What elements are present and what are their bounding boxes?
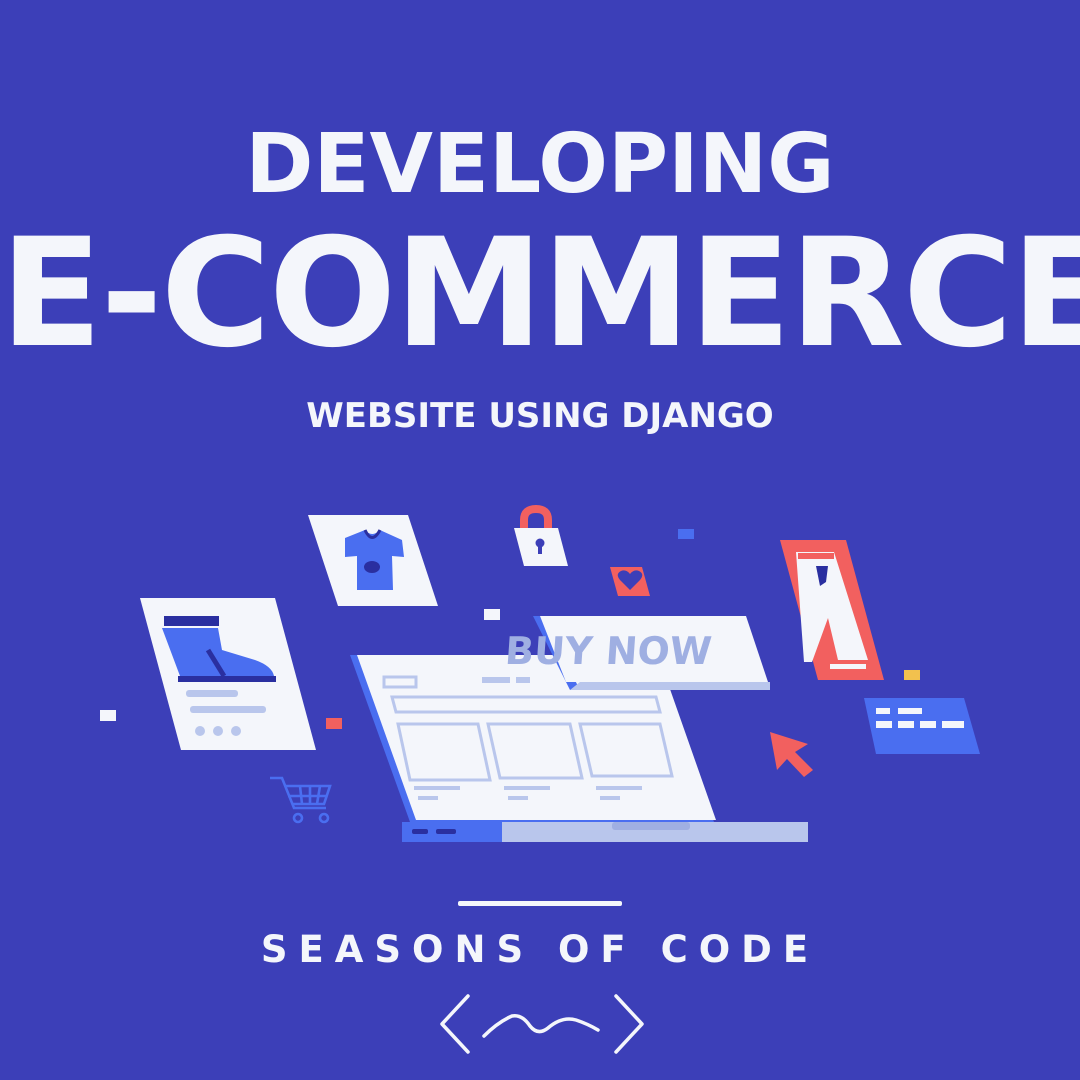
padlock-icon xyxy=(514,504,568,566)
credit-card-icon xyxy=(864,698,980,754)
buy-now-label: BUY NOW xyxy=(504,629,714,673)
pants-card xyxy=(780,540,884,680)
tshirt-card xyxy=(308,515,438,606)
ecommerce-illustration: BUY NOW xyxy=(100,504,980,842)
confetti-square-white xyxy=(484,609,500,620)
confetti-square-yellow xyxy=(904,670,920,680)
cursor-arrow-icon xyxy=(770,732,813,777)
code-brackets-wave-logo xyxy=(440,994,644,1054)
left-bracket-icon xyxy=(440,994,470,1054)
footer-divider xyxy=(458,901,622,906)
brand-name: SEASONS OF CODE xyxy=(260,928,820,971)
right-bracket-icon xyxy=(614,994,644,1054)
shopping-cart-icon xyxy=(270,776,332,824)
sneaker-card xyxy=(140,598,316,750)
wave-icon xyxy=(482,1013,600,1038)
heart-badge xyxy=(610,567,650,596)
confetti-square-blue xyxy=(678,529,694,539)
confetti-square-red xyxy=(326,718,342,729)
confetti-square-white xyxy=(100,710,116,721)
